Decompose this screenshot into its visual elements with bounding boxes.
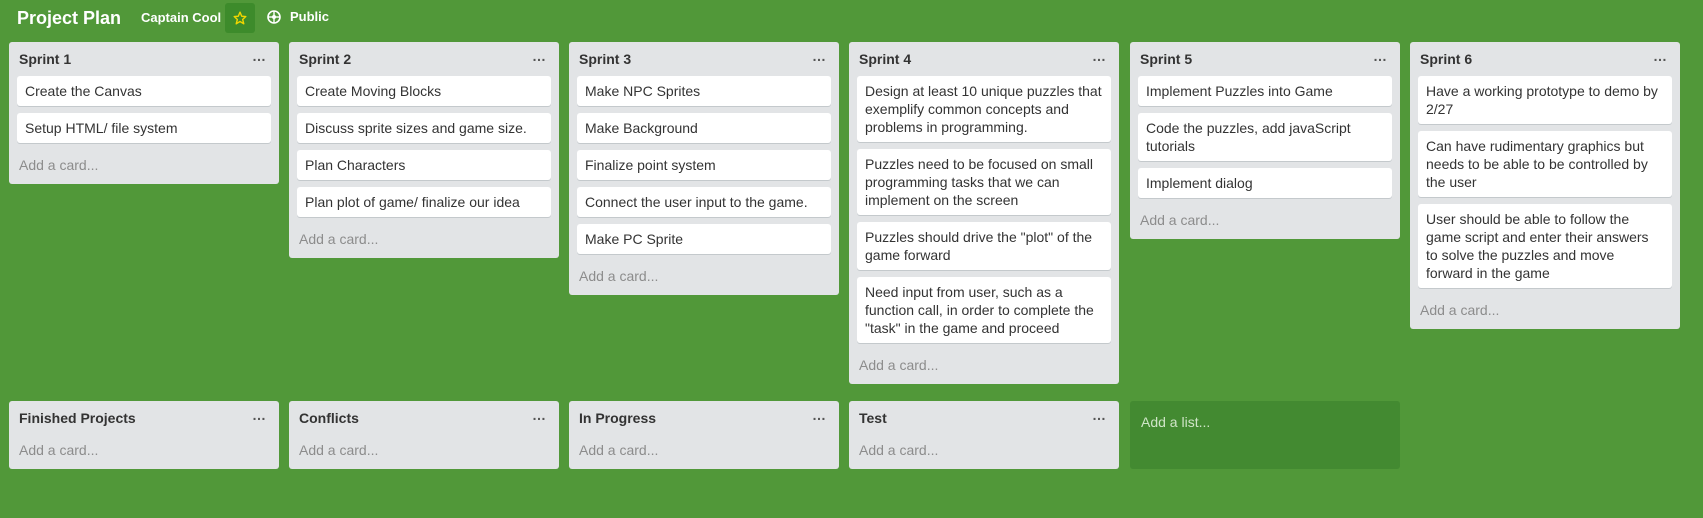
- ellipsis-icon[interactable]: …: [812, 49, 827, 63]
- ellipsis-icon[interactable]: …: [252, 408, 267, 422]
- list-title[interactable]: Sprint 3: [579, 50, 631, 68]
- list-title[interactable]: In Progress: [579, 409, 656, 427]
- card[interactable]: Implement dialog: [1138, 168, 1392, 198]
- board-title[interactable]: Project Plan: [17, 6, 121, 30]
- list-title[interactable]: Sprint 2: [299, 50, 351, 68]
- card[interactable]: Code the puzzles, add javaScript tutoria…: [1138, 113, 1392, 161]
- ellipsis-icon[interactable]: …: [1092, 408, 1107, 422]
- card[interactable]: Make Background: [577, 113, 831, 143]
- list-header: Conflicts …: [297, 401, 551, 435]
- card[interactable]: Make PC Sprite: [577, 224, 831, 254]
- card[interactable]: Create Moving Blocks: [297, 76, 551, 106]
- card[interactable]: Have a working prototype to demo by 2/27: [1418, 76, 1672, 124]
- card[interactable]: Puzzles should drive the "plot" of the g…: [857, 222, 1111, 270]
- card[interactable]: Create the Canvas: [17, 76, 271, 106]
- card[interactable]: Puzzles need to be focused on small prog…: [857, 149, 1111, 215]
- ellipsis-icon[interactable]: …: [532, 49, 547, 63]
- add-card-button[interactable]: Add a card...: [1418, 295, 1672, 329]
- ellipsis-icon[interactable]: …: [252, 49, 267, 63]
- board-header: Project Plan Captain Cool Public: [0, 0, 1703, 36]
- list: Sprint 3 … Make NPC Sprites Make Background…: [569, 42, 839, 295]
- list: Test … Add a card...: [849, 401, 1119, 469]
- list-header: In Progress …: [577, 401, 831, 435]
- team-name[interactable]: Captain Cool: [141, 10, 221, 26]
- star-button[interactable]: [225, 3, 255, 33]
- globe-icon: [267, 10, 281, 24]
- ellipsis-icon[interactable]: …: [532, 408, 547, 422]
- card[interactable]: Setup HTML/ file system: [17, 113, 271, 143]
- ellipsis-icon[interactable]: …: [1653, 49, 1668, 63]
- card[interactable]: Make NPC Sprites: [577, 76, 831, 106]
- add-card-button[interactable]: Add a card...: [577, 435, 831, 469]
- list-header: Sprint 1 …: [17, 42, 271, 76]
- card[interactable]: Implement Puzzles into Game: [1138, 76, 1392, 106]
- list: Conflicts … Add a card...: [289, 401, 559, 469]
- card[interactable]: Plan Characters: [297, 150, 551, 180]
- list-title[interactable]: Sprint 1: [19, 50, 71, 68]
- add-card-button[interactable]: Add a card...: [1138, 205, 1392, 239]
- list-title[interactable]: Finished Projects: [19, 409, 136, 427]
- list: Sprint 6 … Have a working prototype to dem…: [1410, 42, 1680, 329]
- card[interactable]: Design at least 10 unique puzzles that e…: [857, 76, 1111, 142]
- list: In Progress … Add a card...: [569, 401, 839, 469]
- add-card-button[interactable]: Add a card...: [297, 435, 551, 469]
- visibility-button[interactable]: Public: [266, 9, 329, 25]
- list-title[interactable]: Sprint 4: [859, 50, 911, 68]
- add-card-button[interactable]: Add a card...: [857, 435, 1111, 469]
- add-card-button[interactable]: Add a card...: [297, 224, 551, 258]
- add-card-button[interactable]: Add a card...: [17, 435, 271, 469]
- list-title[interactable]: Conflicts: [299, 409, 359, 427]
- ellipsis-icon[interactable]: …: [812, 408, 827, 422]
- list-header: Sprint 6 …: [1418, 42, 1672, 76]
- visibility-label: Public: [290, 9, 330, 24]
- list: Sprint 2 … Create Moving Blocks Discuss spr…: [289, 42, 559, 258]
- ellipsis-icon[interactable]: …: [1373, 49, 1388, 63]
- card[interactable]: Connect the user input to the game.: [577, 187, 831, 217]
- list: Sprint 5 … Implement Puzzles into Game Code…: [1130, 42, 1400, 239]
- list-header: Test …: [857, 401, 1111, 435]
- list: Finished Projects … Add a card...: [9, 401, 279, 469]
- add-list-button[interactable]: Add a list...: [1130, 401, 1400, 469]
- card[interactable]: Finalize point system: [577, 150, 831, 180]
- ellipsis-icon[interactable]: …: [1092, 49, 1107, 63]
- list-header: Sprint 5 …: [1138, 42, 1392, 76]
- card[interactable]: Plan plot of game/ finalize our idea: [297, 187, 551, 217]
- add-card-button[interactable]: Add a card...: [17, 150, 271, 184]
- list: Sprint 4 … Design at least 10 unique puzzl…: [849, 42, 1119, 384]
- list-header: Finished Projects …: [17, 401, 271, 435]
- add-card-button[interactable]: Add a card...: [857, 350, 1111, 384]
- list-header: Sprint 3 …: [577, 42, 831, 76]
- list-title[interactable]: Sprint 6: [1420, 50, 1472, 68]
- add-card-button[interactable]: Add a card...: [577, 261, 831, 295]
- list-header: Sprint 4 …: [857, 42, 1111, 76]
- list-title[interactable]: Sprint 5: [1140, 50, 1192, 68]
- card[interactable]: Need input from user, such as a function…: [857, 277, 1111, 343]
- list: Sprint 1 … Create the Canvas Setup HTML/ fi…: [9, 42, 279, 184]
- list-header: Sprint 2 …: [297, 42, 551, 76]
- card[interactable]: Can have rudimentary graphics but needs …: [1418, 131, 1672, 197]
- card[interactable]: User should be able to follow the game s…: [1418, 204, 1672, 288]
- list-title[interactable]: Test: [859, 409, 887, 427]
- star-icon: [233, 11, 247, 25]
- card[interactable]: Discuss sprite sizes and game size.: [297, 113, 551, 143]
